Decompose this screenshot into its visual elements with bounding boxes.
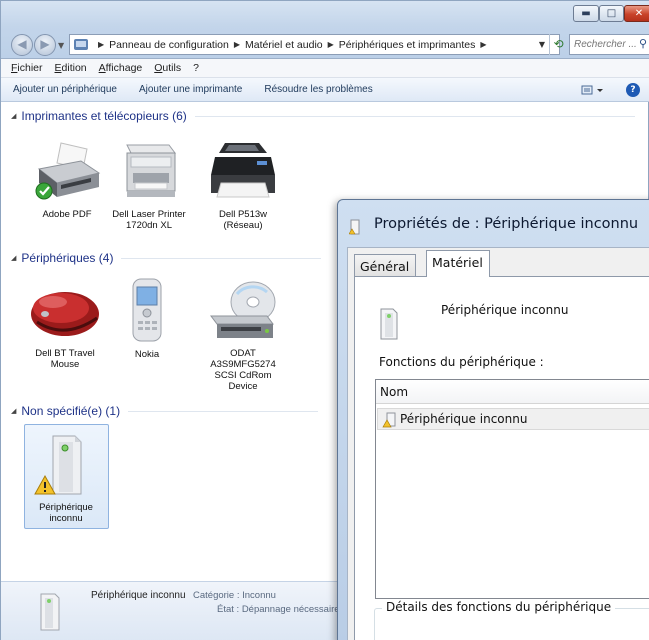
title-bar: ▬ □ ✕ ◀ ▶ ▼ ▶ Panneau de configuration ▶… (1, 1, 649, 59)
group-divider (121, 257, 322, 259)
device-item[interactable]: Nokia (105, 277, 189, 360)
unknown-device-icon (40, 593, 60, 631)
breadcrumb-chevron-icon[interactable]: ▶ (480, 40, 486, 49)
forward-button[interactable]: ▶ (34, 34, 56, 56)
group-title: Imprimantes et télécopieurs (6) (21, 109, 187, 123)
search-icon[interactable]: ⚲ (639, 35, 647, 54)
dialog-title: Propriétés de : Périphérique inconnu (374, 216, 639, 232)
breadcrumb-item[interactable]: Matériel et audio (245, 39, 323, 51)
address-dropdown-icon[interactable]: ▼ (535, 34, 549, 55)
tab-general[interactable]: Général (354, 254, 417, 276)
command-bar: Ajouter un périphérique Ajouter une impr… (1, 78, 649, 102)
device-item[interactable]: Adobe PDF (25, 139, 109, 220)
device-label: Nokia (134, 349, 160, 360)
inkjet-printer-icon (211, 143, 275, 198)
minimize-icon: ▬ (581, 8, 591, 19)
device-label: Dell Laser Printer 1720dn XL (112, 209, 186, 231)
menu-edition[interactable]: Edition (55, 62, 87, 74)
group-header-printers[interactable]: ◢ Imprimantes et télécopieurs (6) (11, 109, 635, 123)
menu-bar: Fichier Edition Affichage Outils ? (1, 59, 649, 78)
add-device-button[interactable]: Ajouter un périphérique (13, 84, 117, 95)
unknown-device-icon (349, 219, 360, 235)
device-label: Dell BT Travel Mouse (35, 348, 95, 370)
device-label: Adobe PDF (42, 209, 92, 220)
close-button[interactable]: ✕ (624, 5, 649, 22)
device-item-selected[interactable]: Périphérique inconnu (24, 432, 108, 524)
menu-affichage[interactable]: Affichage (99, 62, 143, 74)
group-header-devices[interactable]: ◢ Périphériques (4) (11, 251, 322, 265)
unknown-device-icon (34, 435, 82, 495)
unknown-device-warning-icon (382, 412, 396, 428)
mouse-icon (31, 292, 99, 336)
view-options-icon (581, 85, 603, 95)
help-icon: ? (630, 85, 636, 95)
details-category: Catégorie : Inconnu (193, 590, 276, 601)
menu-fichier[interactable]: Fichier (11, 62, 43, 74)
search-placeholder: Rechercher ... (574, 39, 637, 50)
change-view-button[interactable] (581, 83, 607, 97)
add-printer-button[interactable]: Ajouter une imprimante (139, 84, 242, 95)
back-arrow-icon: ◀ (17, 37, 27, 51)
recent-pages-chevron-icon[interactable]: ▼ (58, 41, 64, 50)
function-name: Périphérique inconnu (400, 412, 528, 426)
breadcrumb-chevron-icon[interactable]: ▶ (234, 40, 240, 49)
maximize-icon: □ (606, 8, 617, 19)
function-details-label: Détails des fonctions du périphérique (382, 600, 616, 614)
printer-default-icon (35, 142, 101, 200)
group-divider (128, 410, 319, 412)
device-functions-list[interactable]: Nom Périphérique inconnu (375, 379, 649, 599)
collapse-triangle-icon[interactable]: ◢ (11, 407, 16, 415)
laser-printer-icon (126, 144, 176, 197)
column-header-name[interactable]: Nom (376, 380, 649, 404)
device-item[interactable]: Dell Laser Printer 1720dn XL (107, 139, 191, 231)
device-label: Dell P513w (Réseau) (218, 209, 268, 231)
tab-materiel[interactable]: Matériel (426, 250, 490, 277)
device-label: ODAT A3S9MFG5274 SCSI CdRom Device (210, 348, 276, 392)
forward-arrow-icon: ▶ (40, 37, 50, 51)
details-state: État : Dépannage nécessaire (217, 604, 340, 615)
functions-label: Fonctions du périphérique : (379, 355, 544, 369)
breadcrumb-item[interactable]: Périphériques et imprimantes (339, 39, 476, 51)
collapse-triangle-icon[interactable]: ◢ (11, 254, 16, 262)
minimize-button[interactable]: ▬ (573, 5, 599, 22)
group-divider (194, 115, 635, 117)
device-name-label: Périphérique inconnu (441, 303, 569, 317)
dialog-body: Général Matériel Périphérique inconnu Fo… (347, 247, 649, 640)
device-label: Périphérique inconnu (39, 502, 93, 524)
column-header-label: Nom (380, 385, 409, 399)
breadcrumb-chevron-icon[interactable]: ▶ (98, 40, 104, 49)
collapse-triangle-icon[interactable]: ◢ (11, 112, 16, 120)
back-button[interactable]: ◀ (11, 34, 33, 56)
cdrom-icon (210, 281, 276, 338)
breadcrumb-item[interactable]: Panneau de configuration (109, 39, 229, 51)
help-button[interactable]: ? (626, 83, 640, 97)
device-item[interactable]: ODAT A3S9MFG5274 SCSI CdRom Device (201, 280, 285, 392)
troubleshoot-button[interactable]: Résoudre les problèmes (264, 84, 372, 95)
control-panel-icon (74, 39, 88, 50)
menu-help[interactable]: ? (193, 62, 199, 74)
phone-icon (132, 278, 162, 342)
device-item[interactable]: Dell P513w (Réseau) (201, 139, 285, 231)
device-item[interactable]: Dell BT Travel Mouse (23, 280, 107, 370)
unknown-device-icon (380, 308, 398, 340)
details-device-name: Périphérique inconnu (91, 590, 186, 601)
list-item[interactable]: Périphérique inconnu (377, 408, 649, 430)
group-title: Non spécifié(e) (1) (21, 404, 121, 418)
group-header-unspecified[interactable]: ◢ Non spécifié(e) (1) (11, 404, 319, 418)
address-bar[interactable]: ▶ Panneau de configuration ▶ Matériel et… (69, 34, 560, 55)
close-icon: ✕ (634, 8, 644, 19)
breadcrumb-chevron-icon[interactable]: ▶ (328, 40, 334, 49)
group-title: Périphériques (4) (21, 251, 114, 265)
menu-outils[interactable]: Outils (154, 62, 181, 74)
properties-dialog: Propriétés de : Périphérique inconnu Gén… (337, 199, 649, 640)
refresh-icon[interactable]: ⟲ (549, 34, 567, 55)
maximize-button[interactable]: □ (599, 5, 624, 22)
search-input[interactable]: Rechercher ... ⚲ (569, 34, 649, 55)
